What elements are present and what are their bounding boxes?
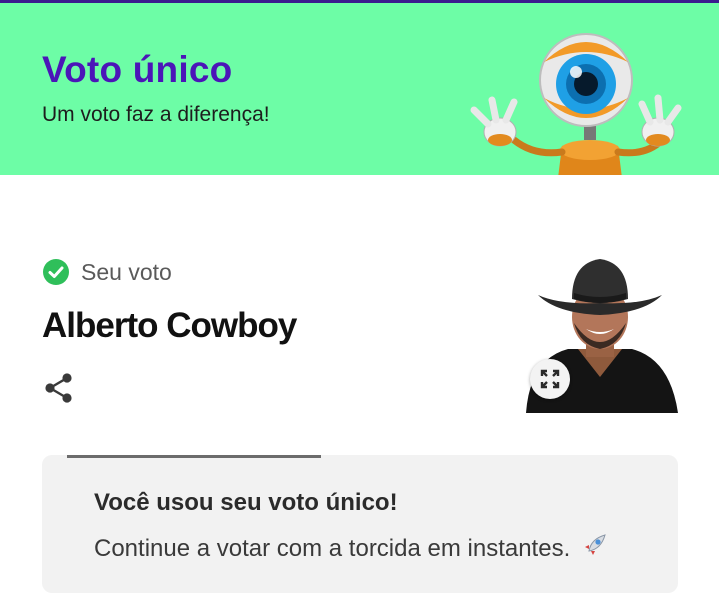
vote-status: Seu voto xyxy=(42,258,172,286)
vote-status-label: Seu voto xyxy=(81,258,172,285)
expand-photo-button[interactable] xyxy=(530,359,570,399)
expand-icon xyxy=(540,369,560,389)
notice-title: Você usou seu voto único! xyxy=(94,489,398,516)
notice-message-line: Continue a votar com a torcida em instan… xyxy=(94,531,609,563)
candidate-name: Alberto Cowboy xyxy=(42,306,297,345)
share-button[interactable] xyxy=(42,371,76,405)
page-header: Voto único Um voto faz a diferença! xyxy=(0,3,719,175)
page-title: Voto único xyxy=(42,49,233,90)
vote-used-notice: Você usou seu voto único! Continue a vot… xyxy=(42,455,678,593)
share-icon xyxy=(45,373,72,403)
countdown-progress-bar xyxy=(67,455,321,458)
check-circle-icon xyxy=(43,259,69,285)
eye-mascot-icon xyxy=(470,33,682,175)
page-subtitle: Um voto faz a diferença! xyxy=(42,103,270,126)
countdown-progress-fill xyxy=(67,455,321,458)
rocket-icon xyxy=(583,534,606,556)
notice-message: Continue a votar com a torcida em instan… xyxy=(94,535,571,562)
